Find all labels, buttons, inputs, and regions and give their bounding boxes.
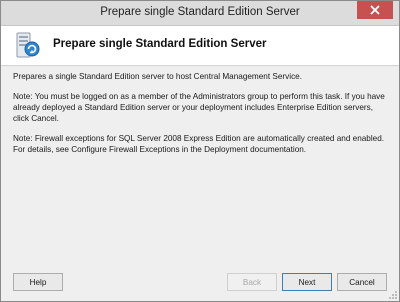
next-button[interactable]: Next <box>282 273 332 291</box>
firewall-note-text: Note: Firewall exceptions for SQL Server… <box>13 134 385 154</box>
server-wizard-icon <box>16 32 40 58</box>
close-button[interactable] <box>357 1 393 19</box>
resize-grip-icon[interactable] <box>388 290 398 300</box>
cancel-button[interactable]: Cancel <box>337 273 387 291</box>
window-title: Prepare single Standard Edition Server <box>100 6 300 18</box>
title-bar[interactable]: Prepare single Standard Edition Server <box>1 1 399 26</box>
back-button[interactable]: Back <box>227 273 277 291</box>
admin-note-text: Note: You must be logged on as a member … <box>13 92 385 123</box>
page-title: Prepare single Standard Edition Server <box>53 38 267 50</box>
description-text: Prepares a single Standard Edition serve… <box>13 72 302 81</box>
wizard-header: Prepare single Standard Edition Server <box>1 26 399 66</box>
wizard-content: Prepares a single Standard Edition serve… <box>13 71 391 164</box>
wizard-window: Prepare single Standard Edition Server P… <box>0 0 400 302</box>
help-button[interactable]: Help <box>13 273 63 291</box>
close-icon <box>370 5 380 15</box>
